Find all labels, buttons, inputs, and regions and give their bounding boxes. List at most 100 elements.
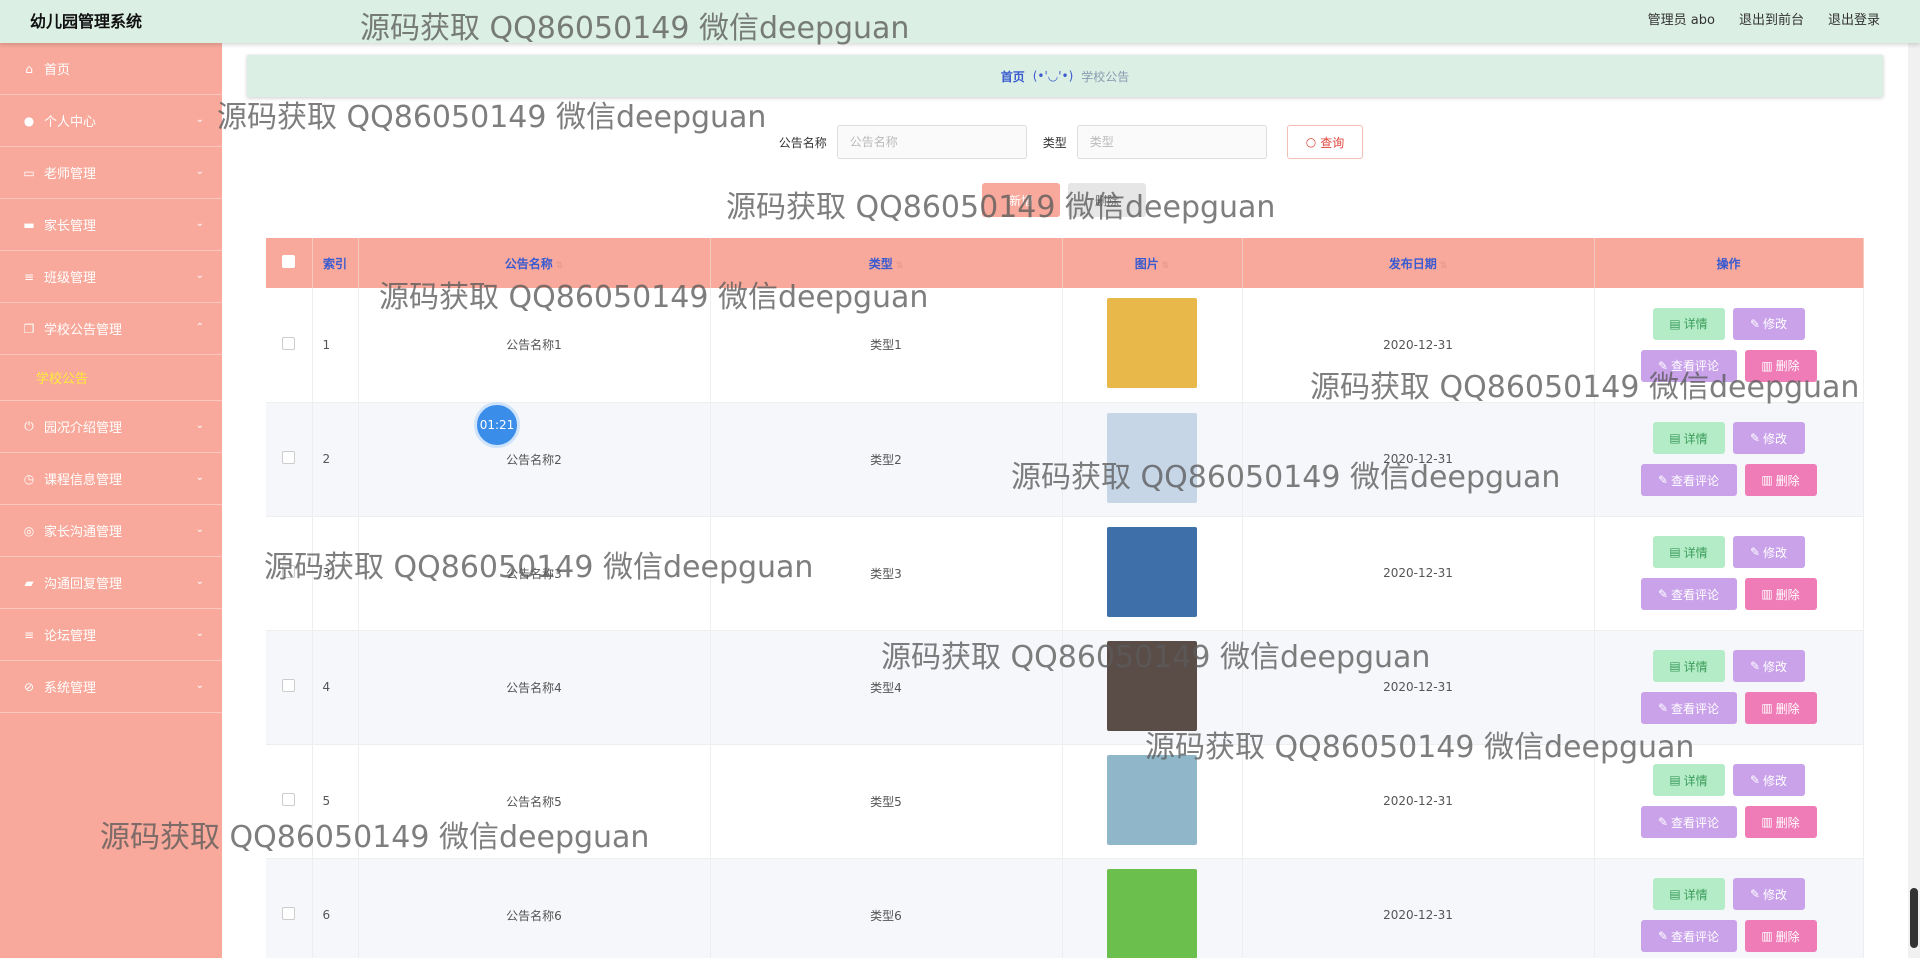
row-checkbox[interactable] xyxy=(282,793,296,806)
detail-icon: ▤ xyxy=(1669,545,1681,559)
logout-link[interactable]: 退出登录 xyxy=(1828,9,1880,28)
row-checkbox[interactable] xyxy=(282,907,296,920)
detail-button[interactable]: ▤ 详情 xyxy=(1652,422,1725,454)
announcement-image[interactable] xyxy=(1107,640,1197,731)
batch-delete-button[interactable]: 删除 xyxy=(1068,183,1146,217)
scrollbar-thumb[interactable] xyxy=(1910,888,1918,948)
row-name: 公告名称1 xyxy=(358,288,711,403)
row-checkbox[interactable] xyxy=(282,565,296,578)
edit-button[interactable]: ✎ 修改 xyxy=(1732,764,1805,796)
breadcrumb-home[interactable]: 首页 xyxy=(1001,68,1025,85)
type-search-input[interactable] xyxy=(1076,125,1267,159)
list-icon: ≡ xyxy=(23,269,35,284)
sidebar-item[interactable]: ⏻ 园况介绍管理 ⌄ xyxy=(0,401,222,453)
view-comments-button[interactable]: ✎ 查看评论 xyxy=(1640,464,1737,496)
announcement-image[interactable] xyxy=(1107,412,1197,503)
announcement-image[interactable] xyxy=(1107,868,1197,958)
delete-button[interactable]: ▥ 删除 xyxy=(1744,464,1817,496)
edit-button[interactable]: ✎ 修改 xyxy=(1732,422,1805,454)
view-comments-button[interactable]: ✎ 查看评论 xyxy=(1640,692,1737,724)
row-checkbox[interactable] xyxy=(282,679,296,692)
row-select-cell[interactable] xyxy=(266,744,313,859)
sidebar-subitem-announcements[interactable]: 学校公告 xyxy=(0,355,222,401)
name-search-input[interactable] xyxy=(836,125,1027,159)
select-all-checkbox[interactable] xyxy=(282,255,296,268)
row-checkbox[interactable] xyxy=(282,451,296,464)
back-to-frontend-link[interactable]: 退出到前台 xyxy=(1739,9,1804,28)
row-select-cell[interactable] xyxy=(266,630,313,745)
select-all-header[interactable] xyxy=(266,238,313,288)
view-comments-button[interactable]: ✎ 查看评论 xyxy=(1640,806,1737,838)
sidebar-item[interactable]: ▭ 老师管理 ⌄ xyxy=(0,147,222,199)
row-name: 公告名称3 xyxy=(358,516,711,631)
page-scrollbar[interactable] xyxy=(1908,43,1920,958)
header-image-label: 图片 xyxy=(1134,256,1159,271)
detail-button[interactable]: ▤ 详情 xyxy=(1652,536,1725,568)
sidebar-item[interactable]: ≡ 班级管理 ⌄ xyxy=(0,251,222,303)
row-select-cell[interactable] xyxy=(266,288,313,403)
detail-button[interactable]: ▤ 详情 xyxy=(1652,878,1725,910)
delete-button[interactable]: ▥ 删除 xyxy=(1744,349,1817,382)
sidebar-item[interactable]: ❐ 学校公告管理 ⌃ xyxy=(0,303,222,355)
detail-button[interactable]: ▤ 详情 xyxy=(1652,764,1725,796)
delete-button[interactable]: ▥ 删除 xyxy=(1744,920,1817,952)
announcement-image[interactable] xyxy=(1107,526,1197,617)
header-date[interactable]: 发布日期 ⇅ xyxy=(1242,238,1595,288)
view-comments-label: 查看评论 xyxy=(1671,929,1720,944)
query-button[interactable]: ○ 查询 xyxy=(1286,125,1364,159)
edit-button[interactable]: ✎ 修改 xyxy=(1732,878,1805,910)
sidebar-item[interactable]: ▬ 家长管理 ⌄ xyxy=(0,199,222,251)
sort-icon[interactable]: ⇅ xyxy=(896,261,904,271)
action-buttons: 新增 删除 xyxy=(982,183,1146,217)
table-row: 3 公告名称3 类型3 2020-12-31 ▤ 详情 ✎ 修改 ✎ 查看评论 ▥ 删除 xyxy=(266,516,1864,631)
delete-button[interactable]: ▥ 删除 xyxy=(1744,692,1817,724)
delete-button[interactable]: ▥ 删除 xyxy=(1744,578,1817,610)
edit-button[interactable]: ✎ 修改 xyxy=(1732,650,1805,682)
chevron-icon: ⌄ xyxy=(195,576,204,587)
row-index: 3 xyxy=(312,516,359,631)
edit-button[interactable]: ✎ 修改 xyxy=(1732,536,1805,568)
table-row: 6 公告名称6 类型6 2020-12-31 ▤ 详情 ✎ 修改 ✎ 查看评论 ▥ 删除 xyxy=(266,858,1864,958)
edit-button[interactable]: ✎ 修改 xyxy=(1732,307,1805,340)
main-content: 首页 (•'◡'•) 学校公告 公告名称 类型 ○ 查询 新增 删除 索引 公告… xyxy=(222,43,1920,958)
edit-icon: ✎ xyxy=(1657,929,1669,943)
admin-user-link[interactable]: 管理员 abo xyxy=(1648,9,1715,28)
detail-button[interactable]: ▤ 详情 xyxy=(1652,307,1725,340)
sidebar-item[interactable]: ▰ 沟通回复管理 ⌄ xyxy=(0,557,222,609)
sidebar-item-label: 个人中心 xyxy=(44,115,97,130)
row-select-cell[interactable] xyxy=(266,516,313,631)
menu-icon: ≡ xyxy=(23,627,35,642)
delete-button[interactable]: ▥ 删除 xyxy=(1744,806,1817,838)
header-type[interactable]: 类型 ⇅ xyxy=(710,238,1063,288)
detail-button[interactable]: ▤ 详情 xyxy=(1652,650,1725,682)
header-image[interactable]: 图片 ⇅ xyxy=(1062,238,1243,288)
target-icon: ◎ xyxy=(23,523,35,538)
row-checkbox[interactable] xyxy=(282,336,296,350)
row-type: 类型1 xyxy=(710,288,1063,403)
sidebar-item-label: 首页 xyxy=(44,63,71,78)
sidebar-item[interactable]: ⊘ 系统管理 ⌄ xyxy=(0,661,222,713)
sidebar-item[interactable]: ◷ 课程信息管理 ⌄ xyxy=(0,453,222,505)
row-select-cell[interactable] xyxy=(266,858,313,958)
sidebar-item[interactable]: ≡ 论坛管理 ⌄ xyxy=(0,609,222,661)
add-button[interactable]: 新增 xyxy=(982,183,1060,217)
row-select-cell[interactable] xyxy=(266,402,313,517)
table-row: 5 公告名称5 类型5 2020-12-31 ▤ 详情 ✎ 修改 ✎ 查看评论 ▥ 删除 xyxy=(266,744,1864,859)
sort-icon[interactable]: ⇅ xyxy=(1440,261,1448,271)
view-comments-button[interactable]: ✎ 查看评论 xyxy=(1640,578,1737,610)
query-button-label: 查询 xyxy=(1320,135,1345,150)
home-icon: ⌂ xyxy=(25,61,33,76)
view-comments-button[interactable]: ✎ 查看评论 xyxy=(1640,349,1737,382)
announcement-image[interactable] xyxy=(1107,298,1197,389)
row-image-cell xyxy=(1062,516,1243,631)
announcement-image[interactable] xyxy=(1107,754,1197,845)
view-comments-button[interactable]: ✎ 查看评论 xyxy=(1640,920,1737,952)
app-title: 幼儿园管理系统 xyxy=(30,12,143,31)
header-name[interactable]: 公告名称 ⇅ xyxy=(358,238,711,288)
sidebar-item[interactable]: ⌂ 首页 xyxy=(0,43,222,95)
sidebar-item[interactable]: ◎ 家长沟通管理 ⌄ xyxy=(0,505,222,557)
sort-icon[interactable]: ⇅ xyxy=(1162,261,1170,271)
edit-icon: ✎ xyxy=(1749,773,1761,787)
sort-icon[interactable]: ⇅ xyxy=(556,261,564,271)
sidebar-item[interactable]: ● 个人中心 ⌄ xyxy=(0,95,222,147)
